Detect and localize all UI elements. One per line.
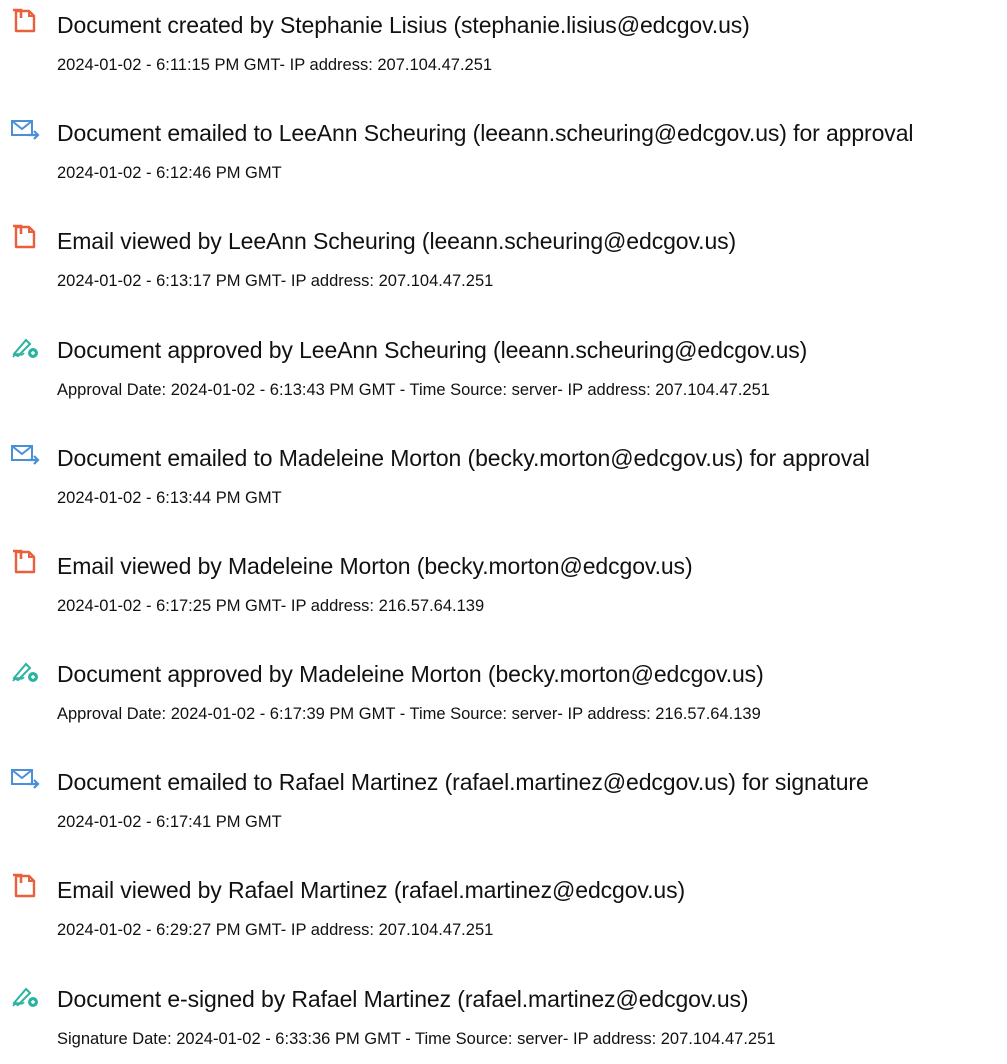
event-title: Document emailed to Madeleine Morton (be…	[57, 445, 870, 471]
audit-event: Document approved by Madeleine Morton (b…	[0, 649, 1007, 739]
event-detail: 2024-01-02 - 6:13:44 PM GMT	[57, 489, 282, 507]
audit-event: Email viewed by LeeAnn Scheuring (leeann…	[0, 216, 1007, 306]
event-detail: 2024-01-02 - 6:11:15 PM GMT- IP address:…	[57, 56, 493, 74]
email-sent-icon	[10, 115, 40, 143]
event-title: Email viewed by Rafael Martinez (rafael.…	[57, 877, 686, 903]
audit-event: Document approved by LeeAnn Scheuring (l…	[0, 325, 1007, 415]
event-title: Document emailed to Rafael Martinez (raf…	[57, 769, 869, 795]
email-sent-icon	[10, 764, 40, 792]
event-title: Document created by Stephanie Lisius (st…	[57, 12, 750, 38]
event-title: Document approved by Madeleine Morton (b…	[57, 661, 764, 687]
audit-event: Document emailed to Rafael Martinez (raf…	[0, 757, 1007, 847]
document-created-icon	[10, 223, 40, 251]
event-detail: 2024-01-02 - 6:13:17 PM GMT- IP address:…	[57, 272, 494, 290]
event-title: Document approved by LeeAnn Scheuring (l…	[57, 337, 808, 363]
event-title: Email viewed by Madeleine Morton (becky.…	[57, 553, 693, 579]
document-created-icon	[10, 7, 40, 35]
audit-event: Document emailed to LeeAnn Scheuring (le…	[0, 108, 1007, 198]
audit-event: Document emailed to Madeleine Morton (be…	[0, 433, 1007, 523]
event-detail: Approval Date: 2024-01-02 - 6:17:39 PM G…	[57, 705, 761, 723]
audit-event: Document created by Stephanie Lisius (st…	[0, 0, 1007, 90]
signature-pen-icon	[10, 981, 40, 1009]
event-title: Document e-signed by Rafael Martinez (ra…	[57, 986, 749, 1012]
event-detail: Signature Date: 2024-01-02 - 6:33:36 PM …	[57, 1030, 776, 1048]
audit-event: Email viewed by Rafael Martinez (rafael.…	[0, 865, 1007, 955]
email-sent-icon	[10, 440, 40, 468]
audit-event: Document e-signed by Rafael Martinez (ra…	[0, 974, 1007, 1064]
document-created-icon	[10, 548, 40, 576]
event-detail: Approval Date: 2024-01-02 - 6:13:43 PM G…	[57, 381, 770, 399]
event-detail: 2024-01-02 - 6:12:46 PM GMT	[57, 164, 282, 182]
event-detail: 2024-01-02 - 6:17:41 PM GMT	[57, 813, 282, 831]
signature-pen-icon	[10, 656, 40, 684]
document-created-icon	[10, 872, 40, 900]
signature-pen-icon	[10, 332, 40, 360]
event-title: Email viewed by LeeAnn Scheuring (leeann…	[57, 228, 737, 254]
event-title: Document emailed to LeeAnn Scheuring (le…	[57, 120, 914, 146]
audit-event: Email viewed by Madeleine Morton (becky.…	[0, 541, 1007, 631]
event-detail: 2024-01-02 - 6:29:27 PM GMT- IP address:…	[57, 921, 494, 939]
event-detail: 2024-01-02 - 6:17:25 PM GMT- IP address:…	[57, 597, 485, 615]
